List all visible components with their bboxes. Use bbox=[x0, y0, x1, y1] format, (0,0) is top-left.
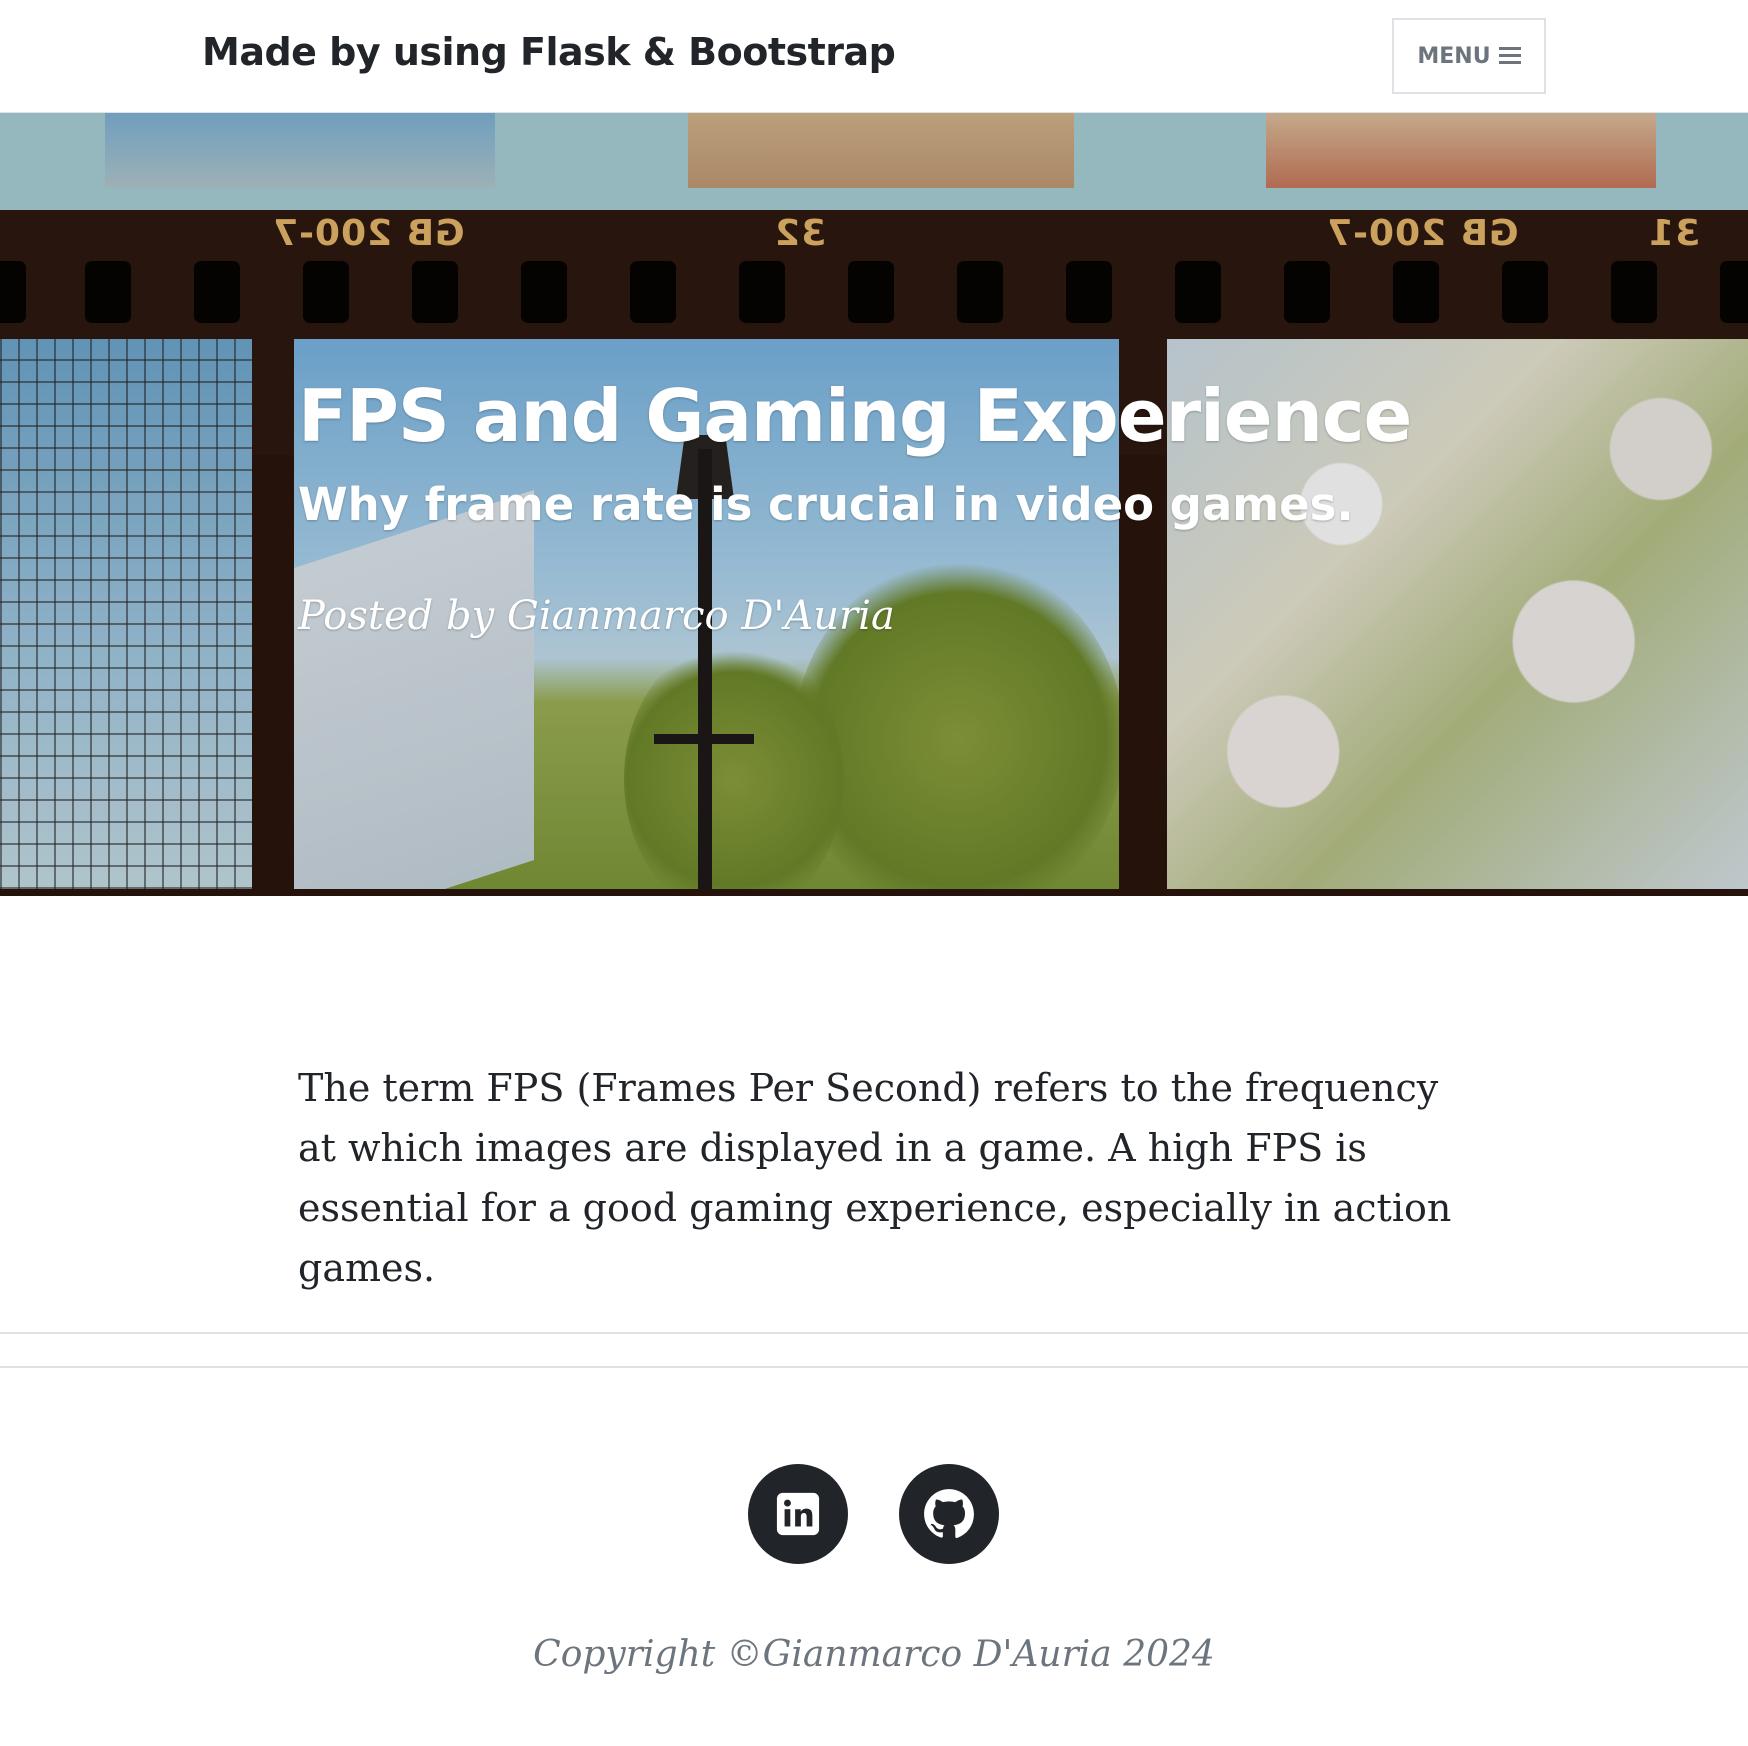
linkedin-button[interactable] bbox=[748, 1464, 848, 1564]
masthead: GB 200-7 32 GB 200-7 31 FPS and Gaming E… bbox=[0, 113, 1748, 896]
github-button[interactable] bbox=[899, 1464, 999, 1564]
divider bbox=[0, 1332, 1748, 1334]
post-title: FPS and Gaming Experience bbox=[298, 374, 1412, 458]
github-icon bbox=[924, 1489, 974, 1538]
post-meta: Posted by Gianmarco D'Auria bbox=[298, 593, 895, 639]
bars-icon bbox=[1498, 47, 1521, 65]
footer-divider bbox=[0, 1366, 1748, 1368]
navbar: Made by using Flask & Bootstrap MENU bbox=[0, 0, 1748, 113]
menu-button[interactable]: MENU bbox=[1392, 18, 1546, 94]
copyright-text: Copyright ©Gianmarco D'Auria 2024 bbox=[533, 1634, 1215, 1675]
brand-link[interactable]: Made by using Flask & Bootstrap bbox=[202, 30, 896, 74]
linkedin-icon bbox=[776, 1492, 820, 1536]
menu-label: MENU bbox=[1417, 43, 1491, 69]
article-body: The term FPS (Frames Per Second) refers … bbox=[298, 1066, 1452, 1290]
post-subtitle: Why frame rate is crucial in video games… bbox=[298, 478, 1354, 531]
